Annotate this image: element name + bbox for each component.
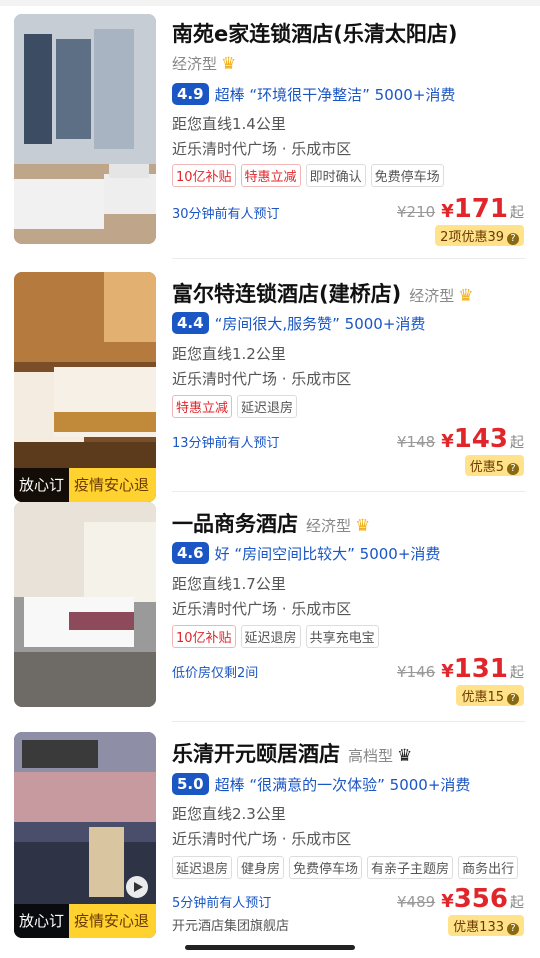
price-suffix: 起	[510, 205, 524, 221]
rating-row[interactable]: 4.6 好 “房间空间比较大” 5000+消费	[172, 542, 526, 564]
hotel-name[interactable]: 乐清开元颐居酒店	[172, 742, 340, 766]
home-indicator[interactable]	[185, 945, 355, 950]
tag-late-checkout: 延迟退房	[172, 856, 233, 879]
price-block[interactable]: ¥146 ¥ 131 起	[397, 654, 524, 684]
card-divider	[172, 258, 526, 259]
rating-row[interactable]: 4.9 超棒 “环境很干净整洁” 5000+消费	[172, 83, 526, 105]
promo-badge[interactable]: 优惠133?	[448, 915, 524, 936]
tag-power-bank: 共享充电宝	[305, 625, 379, 648]
original-price: ¥489	[397, 893, 436, 911]
rating-row[interactable]: 5.0 超棒 “很满意的一次体验” 5000+消费	[172, 773, 526, 795]
refund-badge: 疫情安心退	[69, 904, 156, 938]
tag-subsidy: 10亿补贴	[172, 625, 236, 648]
location-text: 近乐清时代广场 · 乐成市区	[172, 830, 352, 848]
original-price: ¥146	[397, 663, 436, 681]
crown-icon: ♛	[458, 286, 474, 306]
tag-discount: 特惠立减	[240, 164, 301, 187]
price-suffix: 起	[510, 665, 524, 681]
crown-icon: ♛	[397, 746, 413, 766]
tag-free-parking: 免费停车场	[370, 164, 444, 187]
current-price: 356	[453, 884, 508, 914]
currency-symbol: ¥	[441, 661, 454, 682]
current-price: 143	[453, 424, 508, 454]
tag-late-checkout: 延迟退房	[240, 625, 301, 648]
price-block[interactable]: ¥210 ¥ 171 起	[397, 194, 524, 224]
original-price: ¥210	[397, 203, 436, 221]
tag-family-room: 有亲子主题房	[367, 856, 454, 879]
location-text: 近乐清时代广场 · 乐成市区	[172, 370, 352, 388]
promo-text: 优惠133	[453, 920, 504, 935]
promo-text: 优惠5	[469, 460, 504, 475]
promo-badge[interactable]: 2项优惠39?	[435, 225, 524, 246]
crown-icon: ♛	[221, 54, 237, 74]
promo-badge[interactable]: 优惠15?	[456, 685, 524, 706]
booking-note: 5分钟前有人预订	[172, 896, 272, 911]
tag-subsidy: 10亿补贴	[172, 164, 236, 187]
hotel-photo[interactable]: 放心订 疫情安心退	[14, 272, 156, 502]
currency-symbol: ¥	[441, 891, 454, 912]
location-text: 近乐清时代广场 · 乐成市区	[172, 140, 352, 158]
rating-text: “房间很大,服务赞” 5000+消费	[214, 314, 426, 333]
price-suffix: 起	[510, 895, 524, 911]
tag-gym: 健身房	[237, 856, 285, 879]
tag-instant-confirm: 即时确认	[305, 164, 366, 187]
hotel-name[interactable]: 一品商务酒店	[172, 512, 298, 536]
rating-text: 超棒 “环境很干净整洁” 5000+消费	[214, 85, 456, 104]
play-icon[interactable]	[126, 876, 148, 898]
current-price: 171	[453, 194, 508, 224]
booking-note: 低价房仅剩2间	[172, 666, 259, 681]
currency-symbol: ¥	[441, 431, 454, 452]
location-text: 近乐清时代广场 · 乐成市区	[172, 600, 352, 618]
hotel-photo[interactable]	[14, 14, 156, 244]
hotel-card-3[interactable]: 一品商务酒店 经济型 ♛ 4.6 好 “房间空间比较大” 5000+消费 距您直线1.…	[0, 490, 540, 720]
distance-text: 距您直线1.4公里	[172, 115, 286, 133]
hotel-class: 经济型	[306, 517, 352, 535]
question-circle-icon: ?	[507, 463, 519, 475]
hotel-name[interactable]: 南苑e家连锁酒店(乐清太阳店)	[172, 18, 526, 48]
rating-score: 4.6	[172, 542, 209, 564]
crown-icon: ♛	[355, 516, 371, 536]
distance-text: 距您直线2.3公里	[172, 805, 286, 823]
rating-row[interactable]: 4.4 “房间很大,服务赞” 5000+消费	[172, 312, 526, 334]
hotel-card-4[interactable]: 放心订 疫情安心退 乐清开元颐居酒店 高档型 ♛ 5.0 超棒 “很满意的一次体验” …	[0, 720, 540, 940]
tag-late-checkout: 延迟退房	[237, 395, 298, 418]
hotel-photo[interactable]: 放心订 疫情安心退	[14, 732, 156, 938]
question-circle-icon: ?	[507, 923, 519, 935]
rating-score: 4.4	[172, 312, 209, 334]
promo-badge[interactable]: 优惠5?	[464, 455, 524, 476]
safe-booking-badge: 放心订	[14, 904, 70, 938]
rating-text: 好 “房间空间比较大” 5000+消费	[214, 544, 441, 563]
brand-note: 开元酒店集团旗舰店	[172, 919, 290, 934]
question-circle-icon: ?	[507, 233, 519, 245]
promo-text: 2项优惠39	[440, 230, 504, 245]
booking-note: 13分钟前有人预订	[172, 436, 280, 451]
rating-text: 超棒 “很满意的一次体验” 5000+消费	[214, 775, 471, 794]
promo-text: 优惠15	[461, 690, 504, 705]
tag-discount: 特惠立减	[172, 395, 233, 418]
tag-business: 商务出行	[458, 856, 519, 879]
hotel-class: 经济型	[409, 287, 455, 305]
original-price: ¥148	[397, 433, 436, 451]
hotel-photo[interactable]	[14, 502, 156, 707]
price-block[interactable]: ¥148 ¥ 143 起	[397, 424, 524, 454]
hotel-class: 高档型	[348, 747, 394, 765]
distance-text: 距您直线1.2公里	[172, 345, 286, 363]
current-price: 131	[453, 654, 508, 684]
currency-symbol: ¥	[441, 201, 454, 222]
distance-text: 距您直线1.7公里	[172, 575, 286, 593]
hotel-class: 经济型	[172, 55, 218, 73]
hotel-card-1[interactable]: 南苑e家连锁酒店(乐清太阳店) 经济型 ♛ 4.9 超棒 “环境很干净整洁” 500…	[0, 0, 540, 250]
hotel-name[interactable]: 富尔特连锁酒店(建桥店)	[172, 282, 401, 306]
tag-free-parking: 免费停车场	[289, 856, 363, 879]
rating-score: 4.9	[172, 83, 209, 105]
price-suffix: 起	[510, 435, 524, 451]
hotel-card-2[interactable]: 放心订 疫情安心退 富尔特连锁酒店(建桥店) 经济型 ♛ 4.4 “房间很大,服务赞”…	[0, 260, 540, 502]
booking-note: 30分钟前有人预订	[172, 207, 280, 222]
rating-score: 5.0	[172, 773, 209, 795]
question-circle-icon: ?	[507, 693, 519, 705]
price-block[interactable]: ¥489 ¥ 356 起	[397, 884, 524, 914]
